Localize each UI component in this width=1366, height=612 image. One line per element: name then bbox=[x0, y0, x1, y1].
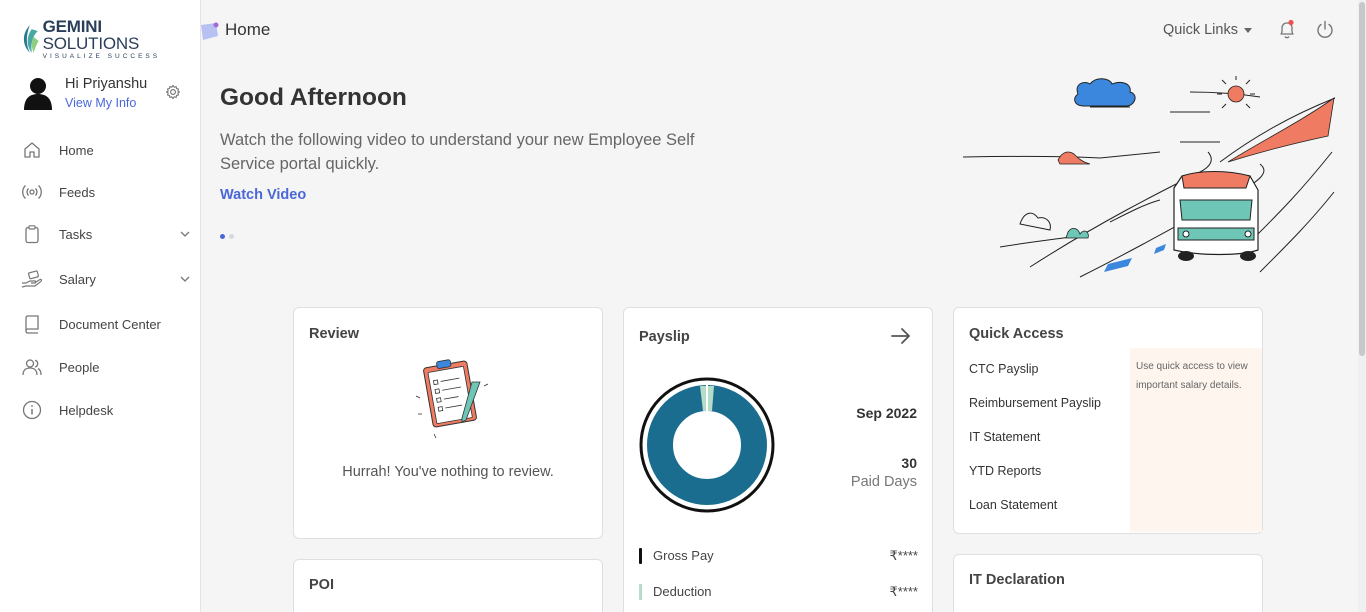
leaf-logo-icon bbox=[23, 25, 39, 53]
deduction-label: Deduction bbox=[653, 584, 712, 599]
decorative-blob-icon bbox=[201, 22, 219, 40]
payslip-month: Sep 2022 bbox=[856, 405, 917, 421]
notification-badge bbox=[1288, 19, 1294, 26]
paid-days-value: 30 bbox=[901, 455, 917, 471]
payslip-title: Payslip bbox=[639, 329, 690, 345]
road-trip-illustration bbox=[962, 76, 1336, 278]
sidebar-item-label: People bbox=[59, 359, 100, 375]
logo-tagline: VISUALIZE SUCCESS bbox=[42, 53, 161, 60]
sidebar-item-people[interactable]: People bbox=[0, 349, 200, 385]
power-icon[interactable] bbox=[1315, 19, 1335, 41]
logo-wordmark: GEMINI SOLUTIONS bbox=[42, 17, 140, 53]
sidebar-item-label: Home bbox=[59, 142, 94, 158]
quick-link-loan-statement[interactable]: Loan Statement bbox=[969, 498, 1057, 512]
page-scrollbar[interactable] bbox=[1358, 0, 1366, 612]
sidebar-item-document-center[interactable]: Document Center bbox=[0, 306, 200, 342]
deduction-value: ₹**** bbox=[889, 584, 918, 599]
quick-access-hint: Use quick access to view important salar… bbox=[1130, 348, 1262, 532]
paid-days-label: Paid Days bbox=[850, 474, 917, 490]
poi-card: POI bbox=[293, 559, 603, 612]
sidebar-item-label: Salary bbox=[59, 271, 96, 287]
quick-access-title: Quick Access bbox=[969, 326, 1064, 342]
watch-video-link[interactable]: Watch Video bbox=[220, 187, 306, 203]
broadcast-icon bbox=[21, 181, 43, 203]
gross-pay-value: ₹**** bbox=[889, 548, 918, 563]
poi-title: POI bbox=[309, 577, 334, 593]
hand-money-icon bbox=[21, 268, 43, 290]
sidebar-item-label: Feeds bbox=[59, 184, 96, 200]
gear-icon[interactable] bbox=[165, 84, 181, 100]
sidebar-item-label: Tasks bbox=[59, 226, 93, 242]
review-title: Review bbox=[309, 326, 359, 342]
user-panel: Hi Priyanshu View My Info bbox=[22, 74, 187, 114]
quick-link-reimbursement-payslip[interactable]: Reimbursement Payslip bbox=[969, 396, 1101, 410]
arrow-right-icon[interactable] bbox=[890, 326, 912, 346]
payslip-card: Payslip Sep 2022 30 Paid Days Gross Pay … bbox=[623, 307, 933, 612]
people-icon bbox=[21, 356, 43, 378]
sidebar-item-label: Helpdesk bbox=[59, 402, 114, 418]
avatar[interactable] bbox=[22, 76, 54, 110]
quick-links-dropdown[interactable]: Quick Links bbox=[1163, 22, 1252, 38]
clipboard-icon bbox=[21, 223, 43, 245]
gross-pay-label: Gross Pay bbox=[653, 548, 714, 563]
review-card: Review Hurrah! You've nothing to review. bbox=[293, 307, 603, 539]
carousel-dot-2[interactable] bbox=[229, 234, 234, 239]
quick-links-label: Quick Links bbox=[1163, 22, 1238, 38]
sidebar-item-tasks[interactable]: Tasks bbox=[0, 216, 200, 252]
user-greeting: Hi Priyanshu bbox=[65, 76, 148, 92]
it-declaration-card: IT Declaration bbox=[953, 554, 1263, 612]
caret-down-icon bbox=[1243, 27, 1252, 33]
sidebar-item-feeds[interactable]: Feeds bbox=[0, 174, 200, 210]
page-title: Home bbox=[225, 20, 271, 39]
scrollbar-thumb[interactable] bbox=[1359, 2, 1365, 356]
quick-link-ytd-reports[interactable]: YTD Reports bbox=[969, 464, 1041, 478]
hero-subtitle: Watch the following video to understand … bbox=[220, 131, 695, 173]
quick-access-card: Quick Access CTC Payslip Reimbursement P… bbox=[953, 307, 1263, 534]
carousel-dots bbox=[220, 234, 234, 239]
gross-pay-row: Gross Pay ₹**** bbox=[639, 547, 918, 565]
quick-link-ctc-payslip[interactable]: CTC Payslip bbox=[969, 362, 1038, 376]
clipboard-checklist-icon bbox=[415, 359, 488, 439]
it-declaration-title: IT Declaration bbox=[969, 572, 1065, 588]
deduction-swatch bbox=[639, 584, 642, 600]
view-my-info-link[interactable]: View My Info bbox=[65, 96, 136, 110]
info-icon bbox=[21, 399, 43, 421]
chevron-down-icon[interactable] bbox=[179, 228, 191, 240]
home-icon bbox=[21, 139, 43, 161]
gross-pay-swatch bbox=[639, 548, 642, 564]
van-icon bbox=[1173, 171, 1259, 261]
sidebar-item-salary[interactable]: Salary bbox=[0, 261, 200, 297]
book-icon bbox=[21, 313, 43, 335]
payslip-donut-chart bbox=[639, 377, 775, 513]
sidebar-item-home[interactable]: Home bbox=[0, 132, 200, 168]
quick-link-it-statement[interactable]: IT Statement bbox=[969, 430, 1040, 444]
greeting-heading: Good Afternoon bbox=[220, 84, 407, 111]
deduction-row: Deduction ₹**** bbox=[639, 583, 918, 601]
chevron-down-icon[interactable] bbox=[179, 273, 191, 285]
sidebar-item-helpdesk[interactable]: Helpdesk bbox=[0, 392, 200, 428]
carousel-dot-1[interactable] bbox=[220, 234, 225, 239]
sidebar-item-label: Document Center bbox=[59, 316, 161, 332]
sidebar: GEMINI SOLUTIONS VISUALIZE SUCCESS Hi Pr… bbox=[0, 0, 201, 612]
company-logo[interactable]: GEMINI SOLUTIONS VISUALIZE SUCCESS bbox=[20, 18, 200, 61]
review-empty-message: Hurrah! You've nothing to review. bbox=[342, 464, 554, 480]
bell-icon[interactable] bbox=[1277, 19, 1297, 41]
